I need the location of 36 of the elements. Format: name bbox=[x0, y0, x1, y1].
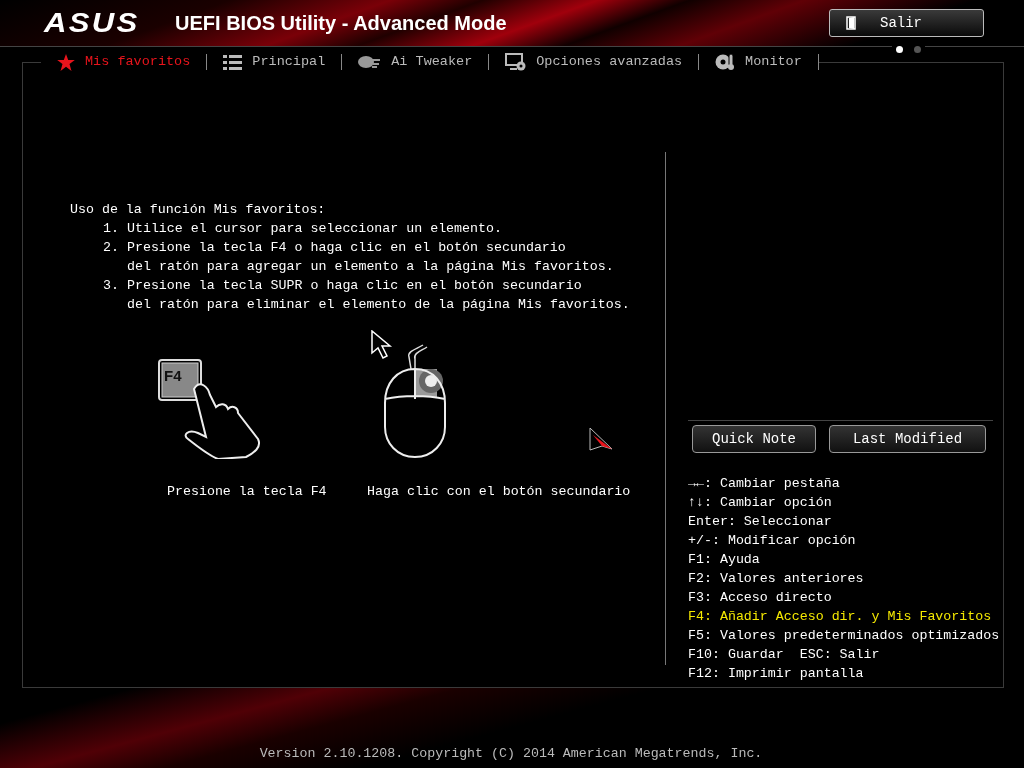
hotkey-help-line: F12: Imprimir pantalla bbox=[688, 665, 865, 683]
side-button[interactable]: Last Modified bbox=[829, 425, 986, 453]
tab[interactable]: Opciones avanzadas bbox=[489, 51, 699, 73]
asus-logo: ASUS bbox=[44, 6, 140, 40]
hotkey-help-line: F10: Guardar ESC: Salir bbox=[688, 646, 881, 664]
hotkey-help-line: F1: Ayuda bbox=[688, 551, 761, 569]
hotkey-help-line: →←: Cambiar pestaña bbox=[688, 475, 841, 493]
hotkey-help-line: ↑↓: Cambiar opción bbox=[688, 494, 833, 512]
instructions-heading: Uso de la función Mis favoritos: bbox=[70, 201, 327, 219]
page-indicator-dot[interactable] bbox=[896, 45, 903, 53]
hotkey-help-line: F2: Valores anteriores bbox=[688, 570, 865, 588]
tab[interactable]: Monitor bbox=[699, 51, 818, 73]
version-copyright-text: Version 2.10.1208. Copyright (C) 2014 American Megatrends, Inc. bbox=[259, 745, 763, 764]
star-icon bbox=[57, 53, 75, 71]
page-indicator-dot[interactable] bbox=[914, 45, 921, 53]
exit-button[interactable]: Salir bbox=[829, 9, 984, 37]
instruction-step: 1. Utilice el cursor para seleccionar un elemento. bbox=[103, 219, 665, 238]
tab[interactable]: Ai Tweaker bbox=[342, 51, 489, 73]
window-title: UEFI BIOS Utility - Advanced Mode bbox=[175, 11, 507, 36]
tab[interactable]: Mis favoritos bbox=[41, 51, 207, 73]
key-label: F4 bbox=[164, 366, 182, 386]
side-button[interactable]: Quick Note bbox=[692, 425, 816, 453]
instruction-step: 3. Presione la tecla SUPR o haga clic en el botón secundario del ratón para eliminar el elemento de la página Mis favoritos. bbox=[103, 276, 665, 314]
hotkey-help-line: F5: Valores predeterminados optimizados bbox=[688, 627, 1001, 645]
instruction-step: 2. Presione la tecla F4 o haga clic en el botón secundario del ratón para agregar un elemento a la página Mis favoritos. bbox=[103, 238, 665, 276]
hotkey-help-line: Enter: Seleccionar bbox=[688, 513, 833, 531]
cursor-arrow-icon bbox=[589, 427, 613, 451]
cursor-arrow-icon bbox=[371, 330, 393, 362]
illustration-caption: Haga clic con el botón secundario bbox=[367, 483, 631, 501]
hotkey-help-line: +/-: Modificar opción bbox=[688, 532, 857, 550]
list-icon bbox=[223, 54, 243, 70]
tab[interactable]: Principal bbox=[207, 51, 342, 73]
door-icon bbox=[846, 16, 858, 30]
hotkey-help-line: F3: Acceso directo bbox=[688, 589, 833, 607]
hotkey-help-line: F4: Añadir Acceso dir. y Mis Favoritos bbox=[688, 608, 993, 626]
illustration-caption: Presione la tecla F4 bbox=[167, 483, 327, 501]
